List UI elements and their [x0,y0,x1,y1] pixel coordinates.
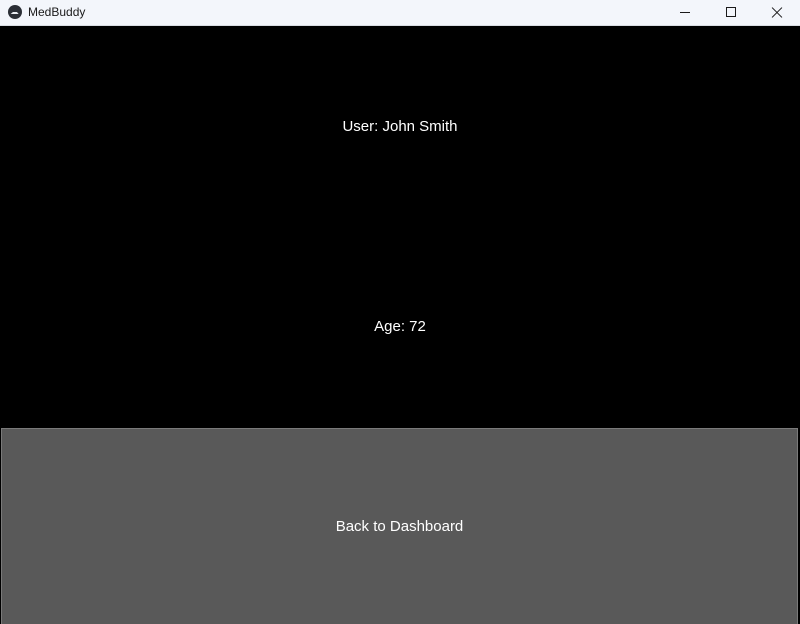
app-window: MedBuddy User: John Smith Age: 72 Back t… [0,0,800,624]
user-name-label: User: John Smith [342,118,458,135]
window-title: MedBuddy [28,5,86,19]
close-icon[interactable] [754,0,800,25]
minimize-icon[interactable] [662,0,708,25]
medbuddy-logo-icon [8,5,22,19]
user-age-label: Age: 72 [374,318,426,335]
back-button-label: Back to Dashboard [335,518,464,535]
back-to-dashboard-button[interactable]: Back to Dashboard [1,428,798,624]
maximize-icon[interactable] [708,0,754,25]
title-bar[interactable]: MedBuddy [0,0,800,26]
